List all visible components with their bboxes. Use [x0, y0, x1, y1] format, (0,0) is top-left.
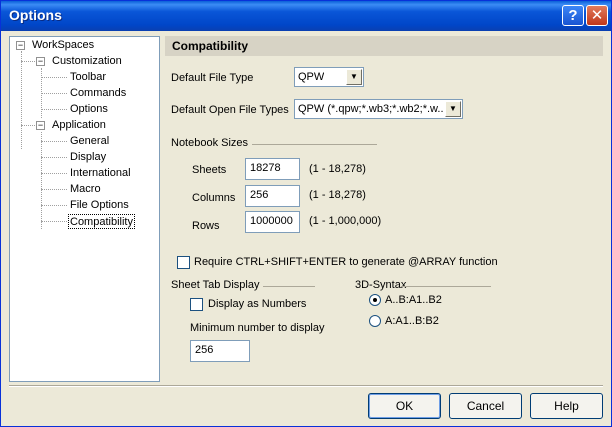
group-divider [263, 286, 315, 287]
tree-item-compatibility[interactable]: Compatibility [68, 214, 135, 229]
tree-connector [41, 141, 67, 142]
notebook-sizes-label: Notebook Sizes [171, 137, 249, 149]
tree-item-display[interactable]: Display [70, 150, 106, 165]
default-file-type-value: QPW [298, 71, 325, 83]
tree-item-international[interactable]: International [70, 166, 131, 181]
tree-connector [41, 221, 67, 222]
rows-input[interactable]: 1000000 [245, 211, 300, 233]
sheets-label: Sheets [192, 164, 227, 176]
chevron-down-icon[interactable]: ▼ [445, 101, 461, 117]
tree-item-options[interactable]: Options [70, 102, 108, 117]
tree-connector [41, 173, 67, 174]
rows-label: Rows [192, 220, 220, 232]
tree-item-macro[interactable]: Macro [70, 182, 101, 197]
tree-item-general[interactable]: General [70, 134, 109, 149]
default-open-file-types-select[interactable]: QPW (*.qpw;*.wb3;*.wb2;*.w... ▼ [294, 99, 463, 119]
syntax-option-2-radio[interactable] [369, 315, 381, 327]
footer-divider [9, 385, 603, 387]
syntax-option-1-radio[interactable] [369, 294, 381, 306]
default-open-file-types-value: QPW (*.qpw;*.wb3;*.wb2;*.w... [298, 103, 444, 115]
tree-connector [41, 157, 67, 158]
ok-button[interactable]: OK [368, 393, 441, 419]
tree-connector [41, 205, 67, 206]
collapse-icon[interactable]: − [36, 57, 45, 66]
tree-connector [41, 93, 67, 94]
default-file-type-label: Default File Type [171, 72, 254, 84]
syntax-option-2-label[interactable]: A:A1..B:B2 [385, 315, 439, 327]
rows-range: (1 - 1,000,000) [309, 215, 382, 227]
default-open-file-types-label: Default Open File Types [171, 104, 289, 116]
tree-connector [21, 51, 22, 149]
default-file-type-select[interactable]: QPW ▼ [294, 67, 364, 87]
help-button[interactable]: Help [530, 393, 603, 419]
tree-item-workspaces[interactable]: WorkSpaces [32, 38, 94, 53]
sheets-input[interactable]: 18278 [245, 158, 300, 180]
tree-connector [41, 132, 42, 229]
collapse-icon[interactable]: − [16, 41, 25, 50]
tree-connector [41, 189, 67, 190]
tree-connector [21, 61, 35, 62]
display-as-numbers-checkbox[interactable] [190, 298, 203, 311]
require-ctrl-shift-enter-label[interactable]: Require CTRL+SHIFT+ENTER to generate @AR… [194, 256, 498, 268]
3d-syntax-label: 3D-Syntax [355, 279, 407, 291]
tree-item-commands[interactable]: Commands [70, 86, 126, 101]
minimum-number-input[interactable]: 256 [190, 340, 250, 362]
collapse-icon[interactable]: − [36, 121, 45, 130]
tree-item-file-options[interactable]: File Options [70, 198, 129, 213]
sheets-range: (1 - 18,278) [309, 163, 366, 175]
minimum-number-label: Minimum number to display [190, 322, 325, 334]
tree-item-customization[interactable]: Customization [52, 54, 122, 69]
section-title: Compatibility [165, 36, 603, 56]
help-icon[interactable]: ? [562, 5, 584, 26]
syntax-option-1-label[interactable]: A..B:A1..B2 [385, 294, 442, 306]
tree-item-toolbar[interactable]: Toolbar [70, 70, 106, 85]
sheet-tab-display-label: Sheet Tab Display [171, 279, 260, 291]
group-divider [252, 144, 377, 145]
display-as-numbers-label[interactable]: Display as Numbers [208, 298, 306, 310]
require-ctrl-shift-enter-checkbox[interactable] [177, 256, 190, 269]
group-divider [401, 286, 491, 287]
options-tree: − WorkSpaces − Customization Toolbar Com… [9, 36, 160, 382]
tree-item-application[interactable]: Application [52, 118, 106, 133]
tree-connector [41, 77, 67, 78]
columns-input[interactable]: 256 [245, 185, 300, 207]
cancel-button[interactable]: Cancel [449, 393, 522, 419]
tree-connector [41, 109, 67, 110]
chevron-down-icon[interactable]: ▼ [346, 69, 362, 85]
options-dialog: Options ? ✕ − WorkSpaces − Customization… [0, 0, 612, 427]
columns-range: (1 - 18,278) [309, 189, 366, 201]
close-icon[interactable]: ✕ [586, 5, 608, 26]
window-title: Options [9, 7, 62, 23]
tree-connector [21, 125, 35, 126]
title-bar[interactable]: Options ? ✕ [1, 1, 611, 31]
columns-label: Columns [192, 192, 236, 204]
